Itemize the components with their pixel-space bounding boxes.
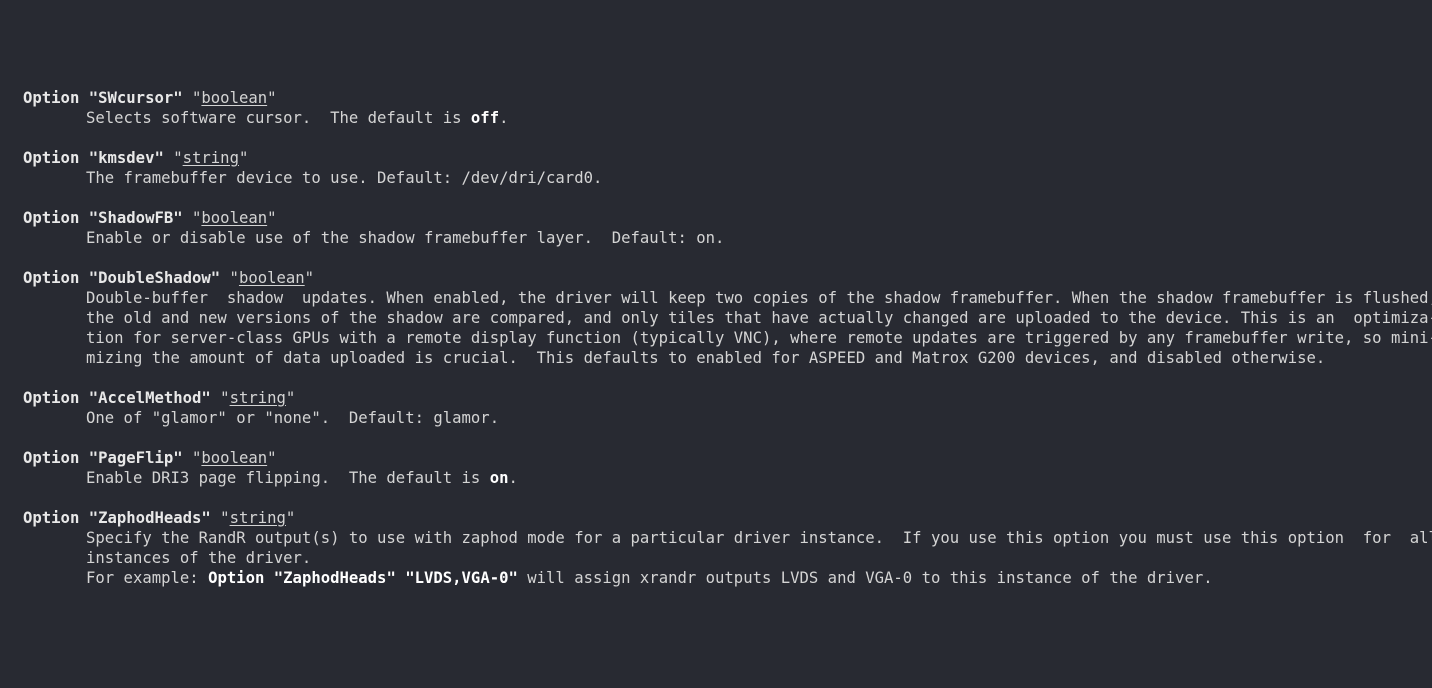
option-type-link[interactable]: string	[230, 509, 286, 527]
option-header: Option "DoubleShadow" "boolean"	[23, 269, 315, 287]
option-keyword: Option	[23, 269, 80, 287]
option-type-link[interactable]: boolean	[201, 89, 267, 107]
description-line: Selects software cursor. The default is …	[86, 108, 1432, 128]
description-line: tion for server-class GPUs with a remote…	[86, 328, 1432, 348]
option-name: "PageFlip"	[88, 449, 183, 467]
text-segment: Enable DRI3 page flipping. The default i…	[86, 469, 490, 487]
text-segment: .	[508, 469, 518, 487]
option-description: Enable or disable use of the shadow fram…	[23, 228, 1432, 248]
description-line: the old and new versions of the shadow a…	[86, 308, 1432, 328]
option-description: The framebuffer device to use. Default: …	[23, 168, 1432, 188]
description-line: Specify the RandR output(s) to use with …	[86, 528, 1432, 548]
man-page-options: Option "SWcursor" "boolean" Selects softw…	[23, 88, 1432, 588]
option-name: "DoubleShadow"	[88, 269, 221, 287]
option-description: One of "glamor" or "none". Default: glam…	[23, 408, 1432, 428]
option-entry: Option "kmsdev" "string" The framebuffer …	[23, 148, 1432, 188]
option-type-link[interactable]: boolean	[201, 449, 267, 467]
option-type-link[interactable]: string	[230, 389, 286, 407]
option-name: "kmsdev"	[88, 149, 164, 167]
option-keyword: Option	[23, 89, 80, 107]
text-segment: mizing the amount of data uploaded is cr…	[86, 349, 1326, 367]
option-description: Double-buffer shadow updates. When enabl…	[23, 288, 1432, 368]
description-line: For example: Option "ZaphodHeads" "LVDS,…	[86, 568, 1432, 588]
bold-text: off	[470, 109, 500, 127]
option-type-link[interactable]: string	[183, 149, 239, 167]
option-name: "ZaphodHeads"	[88, 509, 211, 527]
option-name: "AccelMethod"	[88, 389, 211, 407]
text-segment: will assign xrandr outputs LVDS and VGA-…	[517, 569, 1213, 587]
bold-text: Option "ZaphodHeads" "LVDS,VGA-0"	[208, 569, 518, 587]
text-segment: Selects software cursor. The default is	[86, 109, 471, 127]
option-header: Option "kmsdev" "string"	[23, 149, 249, 167]
text-segment: the old and new versions of the shadow a…	[86, 309, 1432, 327]
option-description: Selects software cursor. The default is …	[23, 108, 1432, 128]
option-keyword: Option	[23, 449, 80, 467]
description-line: Double-buffer shadow updates. When enabl…	[86, 288, 1432, 308]
text-segment: The framebuffer device to use. Default: …	[86, 169, 603, 187]
option-description: Specify the RandR output(s) to use with …	[23, 528, 1432, 588]
description-line: mizing the amount of data uploaded is cr…	[86, 348, 1432, 368]
option-entry: Option "ZaphodHeads" "string" Specify the…	[23, 508, 1432, 588]
option-name: "ShadowFB"	[88, 209, 183, 227]
option-keyword: Option	[23, 149, 80, 167]
option-header: Option "SWcursor" "boolean"	[23, 89, 277, 107]
option-keyword: Option	[23, 509, 80, 527]
text-segment: One of "glamor" or "none". Default: glam…	[86, 409, 500, 427]
text-segment: Double-buffer shadow updates. When enabl…	[86, 289, 1432, 307]
option-name: "SWcursor"	[88, 89, 183, 107]
option-entry: Option "SWcursor" "boolean" Selects softw…	[23, 88, 1432, 128]
description-line: The framebuffer device to use. Default: …	[86, 168, 1432, 188]
text-segment: .	[499, 109, 509, 127]
text-segment: tion for server-class GPUs with a remote…	[86, 329, 1432, 347]
bold-text: on	[489, 469, 509, 487]
text-segment: Specify the RandR output(s) to use with …	[86, 529, 1432, 547]
option-entry: Option "DoubleShadow" "boolean" Double-bu…	[23, 268, 1432, 368]
description-line: instances of the driver.	[86, 548, 1432, 568]
text-segment: Enable or disable use of the shadow fram…	[86, 229, 725, 247]
text-segment: instances of the driver.	[86, 549, 312, 567]
option-header: Option "ShadowFB" "boolean"	[23, 209, 277, 227]
option-keyword: Option	[23, 209, 80, 227]
option-header: Option "PageFlip" "boolean"	[23, 449, 277, 467]
option-header: Option "AccelMethod" "string"	[23, 389, 296, 407]
option-entry: Option "AccelMethod" "string" One of "gla…	[23, 388, 1432, 428]
description-line: One of "glamor" or "none". Default: glam…	[86, 408, 1432, 428]
option-entry: Option "PageFlip" "boolean" Enable DRI3 p…	[23, 448, 1432, 488]
option-entry: Option "ShadowFB" "boolean" Enable or dis…	[23, 208, 1432, 248]
option-description: Enable DRI3 page flipping. The default i…	[23, 468, 1432, 488]
option-type-link[interactable]: boolean	[201, 209, 267, 227]
description-line: Enable or disable use of the shadow fram…	[86, 228, 1432, 248]
option-header: Option "ZaphodHeads" "string"	[23, 509, 296, 527]
text-segment: For example:	[86, 569, 209, 587]
option-type-link[interactable]: boolean	[239, 269, 305, 287]
option-keyword: Option	[23, 389, 80, 407]
description-line: Enable DRI3 page flipping. The default i…	[86, 468, 1432, 488]
